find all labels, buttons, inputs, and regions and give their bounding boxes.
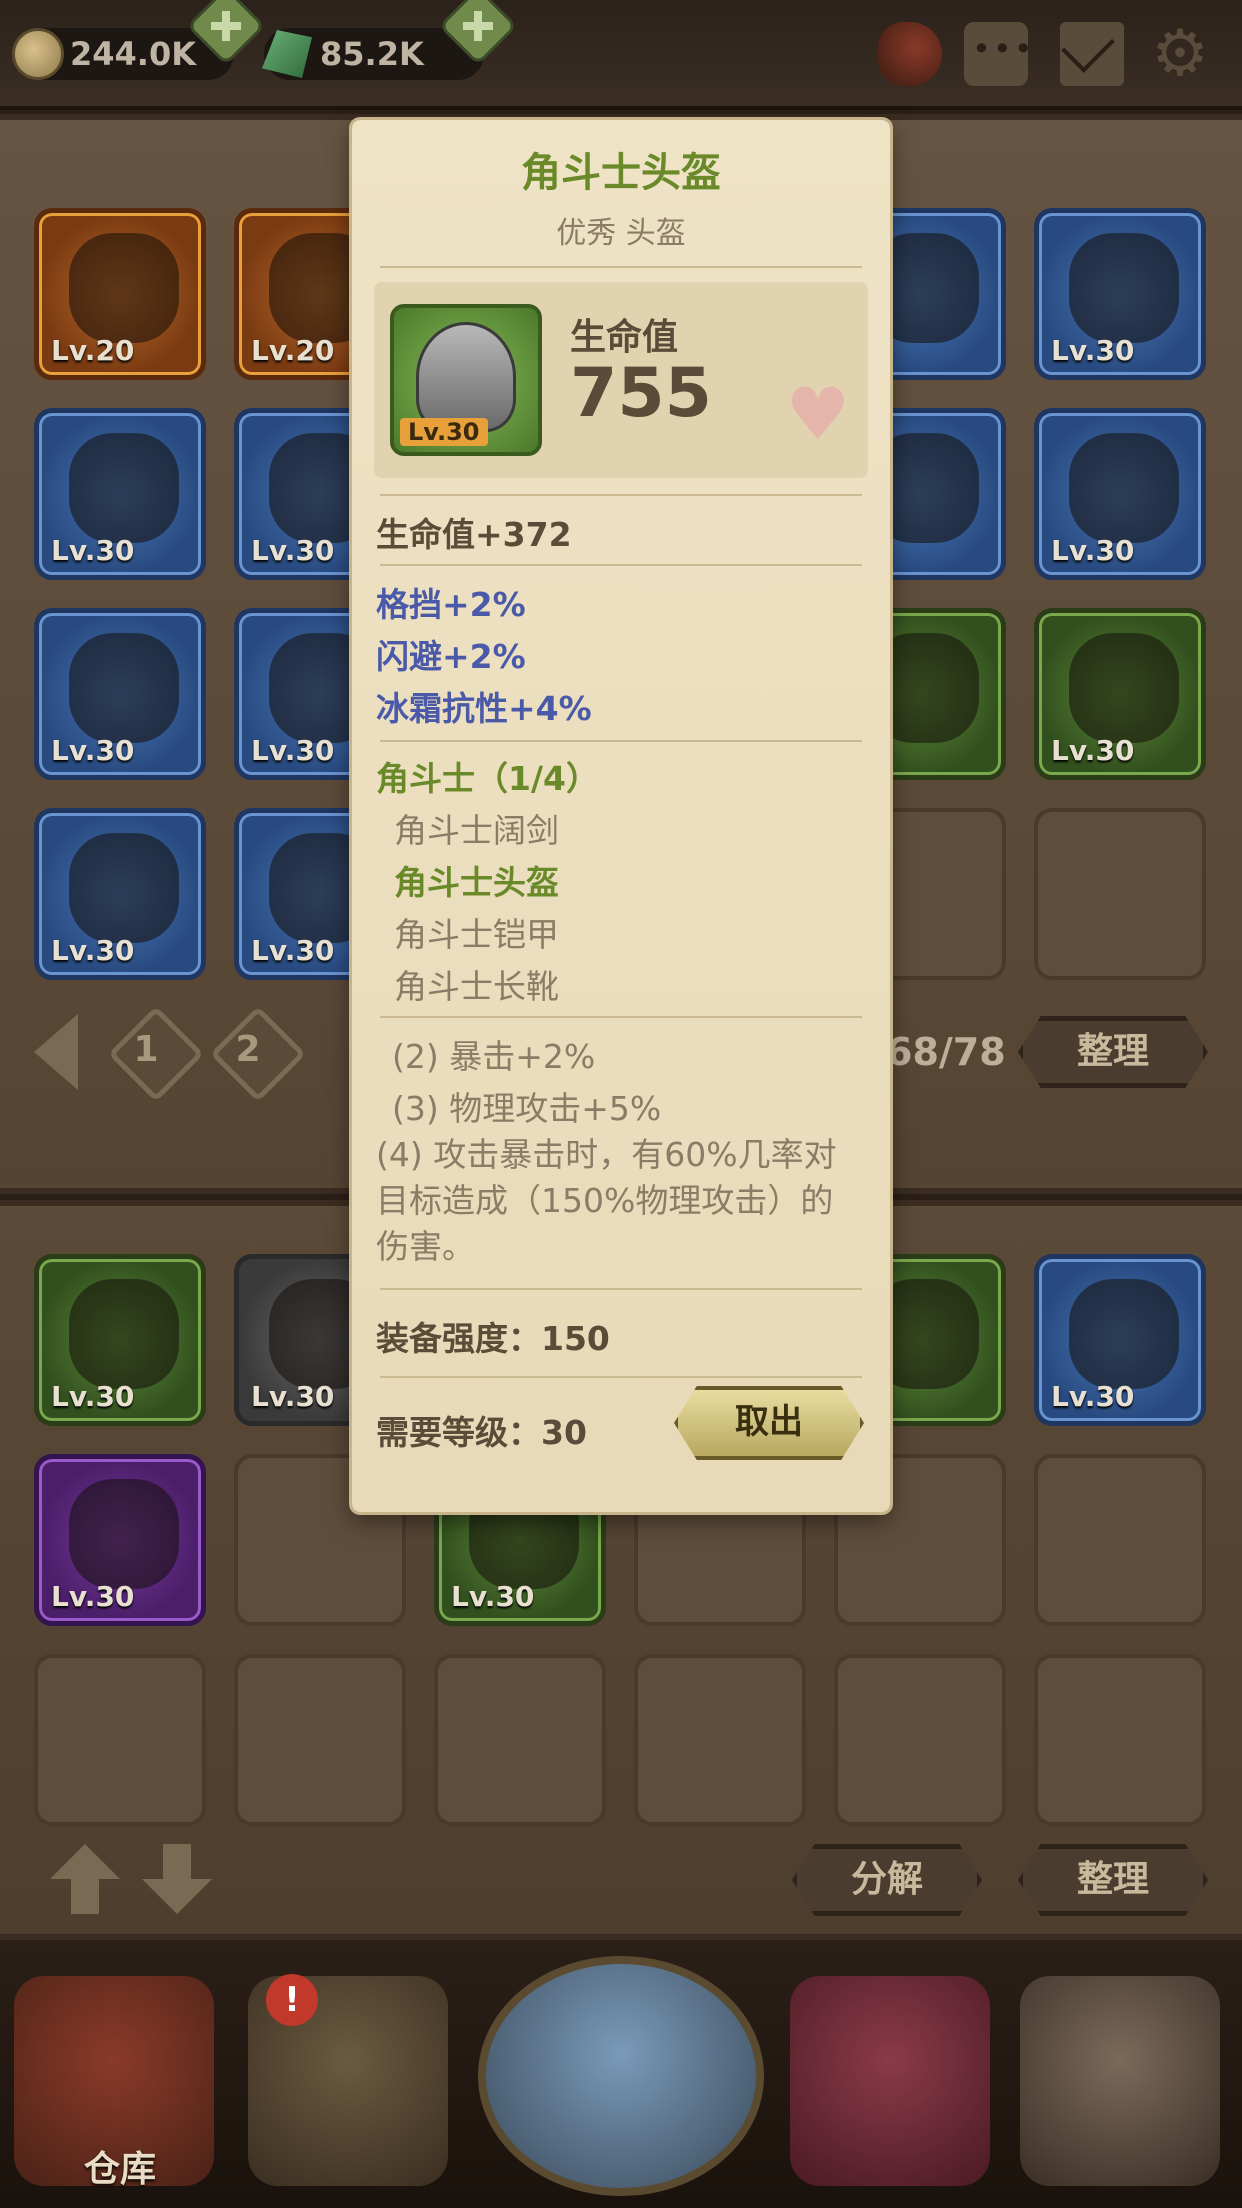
item-slot[interactable]: Lv.30 [34,1254,206,1426]
item-slot[interactable]: Lv.20 [34,208,206,380]
item-level-badge: Lv.30 [400,418,488,446]
empty-slot[interactable] [234,1654,406,1826]
item-level: Lv.30 [51,1380,135,1413]
required-level: 需要等级：30 [376,1413,587,1452]
sort-button[interactable]: 整理 [1018,1016,1208,1088]
item-level: Lv.30 [451,1580,535,1613]
adventure-nav-icon[interactable] [478,1956,764,2196]
divider [380,740,862,742]
empty-slot[interactable] [1034,808,1206,980]
empty-slot[interactable] [1034,1654,1206,1826]
bonus-stat: 闪避+2% [376,637,526,676]
tavern-alert-badge: ! [266,1974,318,2026]
item-slot[interactable]: Lv.30 [1034,408,1206,580]
set-bonus: (3) 物理攻击+5% [392,1089,662,1128]
empty-slot[interactable] [1034,1454,1206,1626]
divider [380,564,862,566]
divider [380,494,862,496]
forge-nav-icon[interactable] [1020,1976,1220,2186]
divider [380,1016,862,1018]
gear-icon[interactable]: ⚙ [1148,22,1212,86]
item-slot[interactable]: Lv.30 [34,1454,206,1626]
top-bar: 244.0K 85.2K ⚙ [0,0,1242,110]
item-level: Lv.30 [1051,534,1135,567]
equipment-power: 装备强度：150 [376,1319,610,1358]
inventory-count: 68/78 [886,1030,1006,1074]
hat-icon [69,433,179,543]
item-level: Lv.30 [51,734,135,767]
boot-icon [1069,433,1179,543]
round-shield-icon [1069,1279,1179,1389]
item-level: Lv.30 [1051,334,1135,367]
crown-nav-icon[interactable] [790,1976,990,2186]
bonus-stat: 格挡+2% [376,585,526,624]
item-name: 角斗士头盔 [521,150,721,196]
item-level: Lv.30 [51,1580,135,1613]
item-level: Lv.30 [51,934,135,967]
gauntlet-icon [69,1479,179,1589]
base-stat: 生命值+372 [376,515,572,554]
gold-coin-icon [12,28,64,80]
ring-icon [69,833,179,943]
sword-icon [69,1279,179,1389]
mail-icon[interactable] [1060,22,1124,86]
empty-slot[interactable] [834,1654,1006,1826]
item-slot[interactable]: Lv.30 [34,608,206,780]
horn-icon[interactable] [878,22,942,86]
item-level: Lv.20 [51,334,135,367]
page-1-label: 1 [133,1029,159,1070]
main-stat-label: 生命值 [570,317,679,358]
empty-slot[interactable] [634,1654,806,1826]
prev-page-icon[interactable] [34,1014,78,1090]
helmet-icon [416,322,516,432]
gold-amount: 244.0K [70,35,197,73]
set-item-owned: 角斗士头盔 [394,863,559,902]
item-level: Lv.30 [251,734,335,767]
set-item: 角斗士铠甲 [394,915,559,954]
item-slot[interactable]: Lv.30 [34,408,206,580]
empty-slot[interactable] [434,1654,606,1826]
decompose-button[interactable]: 分解 [792,1844,982,1916]
divider [380,1376,862,1378]
warehouse-nav-label: 仓库 [84,2149,157,2190]
item-slot[interactable]: Lv.30 [1034,208,1206,380]
set-item: 角斗士阔剑 [394,811,559,850]
item-tooltip: 角斗士头盔 优秀 头盔 Lv.30 生命值 755 ♥ 生命值+372 格挡+2… [352,120,890,1512]
item-quality-type: 优秀 头盔 [556,216,686,251]
item-level: Lv.30 [51,534,135,567]
item-level: Lv.30 [251,534,335,567]
bonus-stat: 冰霜抗性+4% [376,689,592,728]
take-out-button[interactable]: 取出 [674,1386,864,1460]
feather-hat-icon [1069,633,1179,743]
gem-icon [262,30,312,78]
spiked-shield-icon [69,233,179,343]
item-thumbnail: Lv.30 [390,304,542,456]
gem-amount: 85.2K [320,35,424,73]
item-slot[interactable]: Lv.30 [1034,1254,1206,1426]
hat-icon [1069,233,1179,343]
main-stat-box: Lv.30 生命值 755 ♥ [374,282,868,478]
item-level: Lv.30 [251,934,335,967]
boot-icon [69,633,179,743]
empty-slot[interactable] [34,1654,206,1826]
item-level: Lv.30 [251,1380,335,1413]
item-level: Lv.30 [1051,734,1135,767]
chat-icon[interactable] [964,22,1035,86]
bottom-nav [0,1946,1242,2208]
set-bonus: (2) 暴击+2% [392,1037,596,1076]
page-2-label: 2 [235,1029,261,1070]
divider [380,1288,862,1290]
divider [380,266,862,268]
heart-icon: ♥ [785,372,850,456]
item-level: Lv.20 [251,334,335,367]
item-level: Lv.30 [1051,1380,1135,1413]
set-item: 角斗士长靴 [394,967,559,1006]
set-name: 角斗士（1/4） [376,759,599,798]
main-stat-value: 755 [570,354,712,433]
item-slot[interactable]: Lv.30 [34,808,206,980]
item-slot[interactable]: Lv.30 [1034,608,1206,780]
warehouse-sort-button[interactable]: 整理 [1018,1844,1208,1916]
set-bonus: (4) 攻击暴击时，有60%几率对目标造成（150%物理攻击）的伤害。 [376,1135,837,1266]
